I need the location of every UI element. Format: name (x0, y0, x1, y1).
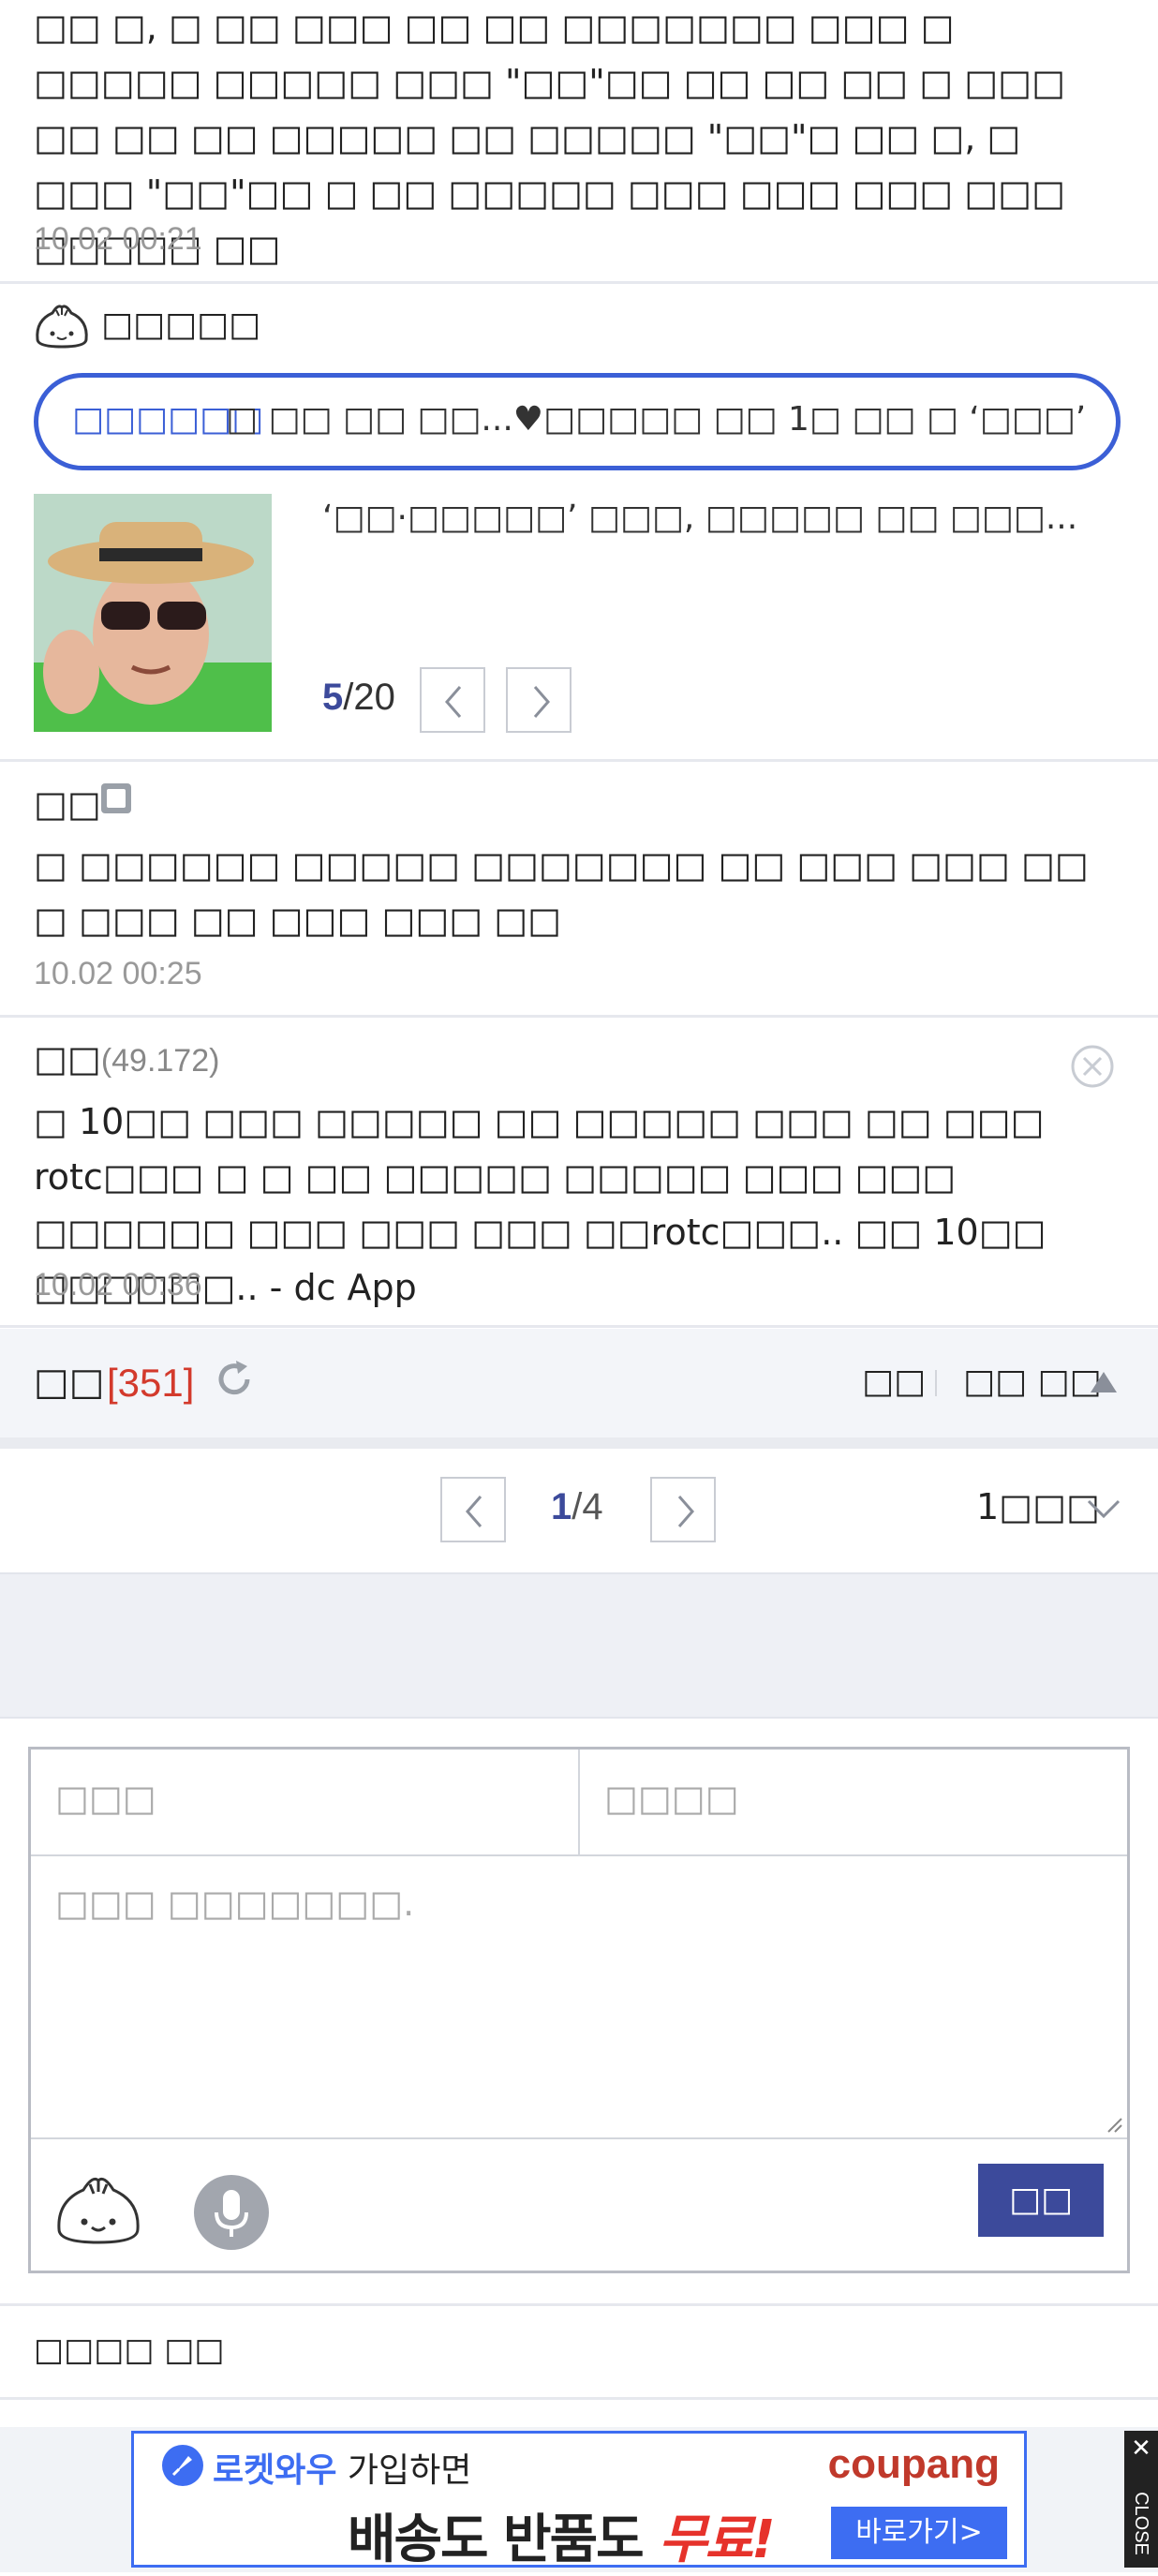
divider (0, 2303, 1158, 2306)
comment-date: 10.02 00:21 (34, 221, 202, 257)
divider (0, 759, 1158, 762)
divider (0, 2397, 1158, 2400)
reply-title: □□ (34, 1361, 105, 1404)
rocket-icon (162, 2445, 203, 2486)
next-slide-button[interactable] (506, 667, 572, 733)
footer-link[interactable]: □□□□ □□ (34, 2331, 225, 2369)
page-total: /4 (572, 1486, 603, 1527)
close-icon: ✕ (1131, 2435, 1151, 2463)
ad-line2-text: 배송도 반품도 (348, 2509, 660, 2570)
chevron-down-icon[interactable] (1085, 1496, 1122, 1522)
prev-slide-button[interactable] (420, 667, 485, 733)
comment-author: □□(49.172) (34, 1038, 219, 1080)
reply-header: □□ [351] □□ □□ □□ (0, 1329, 1158, 1437)
triangle-up-icon (1091, 1372, 1117, 1392)
reply-form: □□□ □□□□ □□□ □□□□□□□. (28, 1747, 1130, 2273)
news-title[interactable]: ‘□□·□□□□□’ □□□, □□□□□ □□ □□□... (322, 499, 1077, 537)
dccon-button[interactable] (53, 2171, 143, 2250)
chevron-right-icon (533, 686, 550, 718)
divider (0, 1015, 1158, 1018)
refresh-button[interactable] (212, 1357, 257, 1402)
submit-button[interactable]: □□ (978, 2164, 1104, 2237)
comment-date: 10.02 00:36 (34, 1267, 202, 1303)
ad-cta-button[interactable]: 바로가기> (831, 2507, 1007, 2559)
prev-page-button[interactable] (440, 1477, 506, 1542)
bun-icon (57, 2177, 140, 2244)
chevron-left-icon (445, 686, 462, 718)
ad-line1: 로켓와우 가입하면 (213, 2443, 471, 2492)
ad-line2-red: 무료! (659, 2509, 776, 2570)
resize-handle-icon[interactable] (1103, 2113, 1123, 2134)
reply-count: [351] (107, 1361, 195, 1405)
divider (0, 1325, 1158, 1328)
coupang-logo: coupang (827, 2441, 1000, 2487)
news-search-box[interactable]: □□□□□□ □ □□ □□ □□...♥□□□□□ □□ 1□ □□ □ ‘□… (34, 373, 1121, 470)
ad-placeholder-band (0, 1572, 1158, 1719)
comment-date: 10.02 00:25 (34, 956, 202, 991)
refresh-icon (218, 1361, 250, 1395)
ad-line2: 배송도 반품도 무료! (348, 2497, 776, 2573)
chevron-right-icon (677, 1496, 694, 1527)
slide-current: 5 (322, 677, 344, 718)
page-select[interactable]: 1□□□ (976, 1486, 1100, 1527)
name-field[interactable]: □□□ (31, 1750, 580, 1856)
sort-button[interactable]: □□ (862, 1362, 926, 1401)
comment-ip: (49.172) (100, 1043, 220, 1079)
page-current: 1 (551, 1486, 572, 1527)
delete-comment-button[interactable] (1070, 1044, 1115, 1089)
next-page-button[interactable] (650, 1477, 716, 1542)
page-select-label: 1□□□ (976, 1486, 1100, 1527)
ad-close-button[interactable]: ✕ CLOSE (1124, 2431, 1158, 2568)
content-placeholder: □□□ □□□□□□□. (55, 1883, 415, 1924)
reply-pager: 1/4 1□□□ (0, 1449, 1158, 1572)
news-thumbnail[interactable] (34, 494, 272, 732)
name-placeholder: □□□ (55, 1778, 156, 1819)
dccon-label[interactable]: □□□□□ (101, 305, 260, 344)
coupang-ad-banner[interactable]: 로켓와우 가입하면 coupang 배송도 반품도 무료! 바로가기> (131, 2431, 1027, 2570)
member-badge-icon (101, 783, 131, 813)
ad-line1-rest: 가입하면 (336, 2451, 472, 2490)
section-gap (0, 1437, 1158, 1449)
close-circle-icon (1071, 1045, 1114, 1088)
slide-total: /20 (343, 677, 395, 718)
password-field[interactable]: □□□□ (580, 1750, 1127, 1856)
page-counter: 1/4 (551, 1486, 603, 1528)
comment-text: □ □□□□□□ □□□□□ □□□□□□□ □□ □□□ □□□ □□ □ □… (34, 844, 1089, 941)
chevron-left-icon (466, 1496, 482, 1527)
fold-button[interactable]: □□ □□ (963, 1362, 1102, 1401)
ad-close-label: CLOSE (1131, 2492, 1151, 2555)
voice-button[interactable] (194, 2175, 269, 2250)
search-headline[interactable]: □ □□ □□ □□...♥□□□□□ □□ 1□ □□ □ ‘□□□’ (226, 400, 1086, 439)
dccon-bun-icon (34, 302, 90, 350)
slide-counter: 5/20 (322, 677, 395, 719)
content-textarea[interactable]: □□□ □□□□□□□. (31, 1856, 1127, 2139)
password-placeholder: □□□□ (604, 1778, 739, 1819)
comment-nickname[interactable]: □□ (34, 783, 101, 825)
comment-nickname[interactable]: □□ (34, 1038, 101, 1080)
header-divider (935, 1370, 937, 1396)
divider (0, 281, 1158, 284)
microphone-icon (215, 2190, 248, 2237)
ad-brand: 로켓와우 (213, 2451, 337, 2490)
